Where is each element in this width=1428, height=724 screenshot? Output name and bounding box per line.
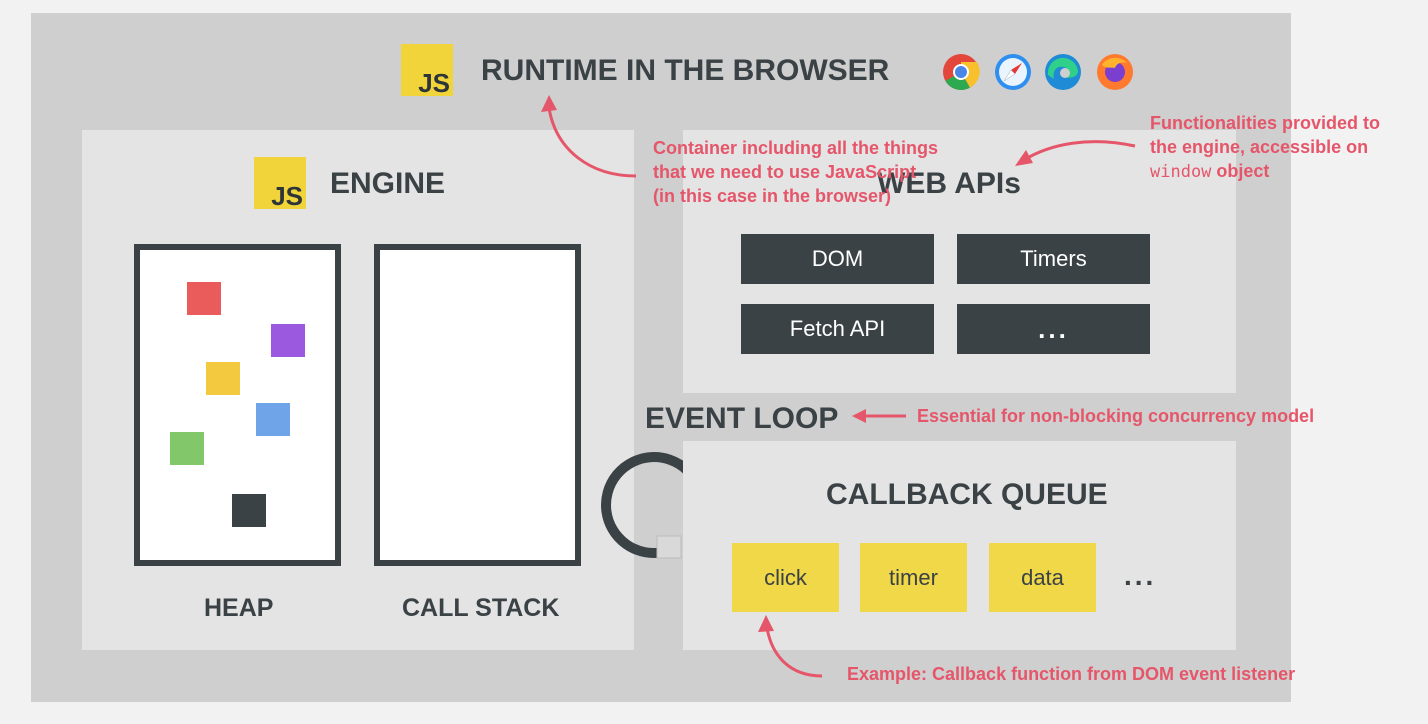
annotation-container: Container including all the things that … xyxy=(653,138,939,206)
window-code: window xyxy=(1150,162,1212,182)
annotation-event-loop: Essential for non-blocking concurrency m… xyxy=(917,406,1315,426)
annotation-web-apis: Functionalities provided to the engine, … xyxy=(1150,113,1381,182)
annotation-callback: Example: Callback function from DOM even… xyxy=(847,664,1296,684)
annotation-arrows xyxy=(541,95,1136,678)
